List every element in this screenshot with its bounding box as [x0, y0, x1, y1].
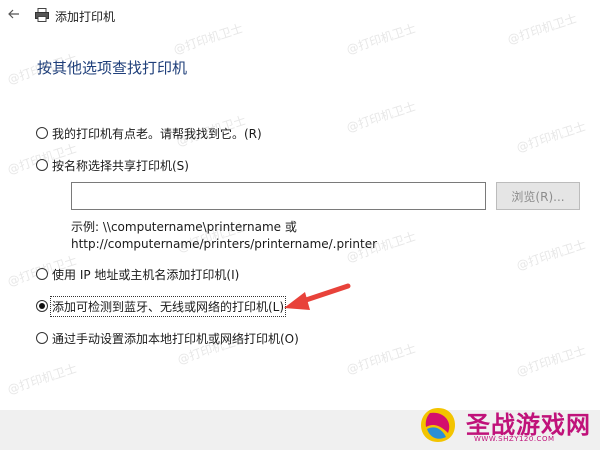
option-manual-local-network[interactable]: 通过手动设置添加本地打印机或网络打印机(O) [36, 328, 299, 348]
watermark: @打印机卫士 [344, 341, 418, 377]
radio-button[interactable] [36, 127, 48, 139]
watermark: @打印机卫士 [5, 361, 79, 397]
option-shared-printer[interactable]: 按名称选择共享打印机(S) [36, 155, 189, 175]
shared-printer-name-input[interactable] [71, 182, 486, 210]
example-text: 示例: \\computername\printername 或 http://… [71, 219, 377, 253]
printer-icon [35, 8, 49, 22]
site-logo: 圣战游戏网 WWW.SHZY120.COM [418, 403, 598, 449]
example-line-1: 示例: \\computername\printername 或 [71, 220, 297, 234]
watermark: @打印机卫士 [514, 343, 588, 379]
option-bluetooth-wireless-network[interactable]: 添加可检测到蓝牙、无线或网络的打印机(L) [36, 295, 287, 317]
logo-url: WWW.SHZY120.COM [474, 435, 555, 443]
back-button[interactable] [4, 4, 24, 24]
radio-button[interactable] [36, 268, 48, 280]
option-ip-address[interactable]: 使用 IP 地址或主机名添加打印机(I) [36, 264, 239, 284]
logo-mark-icon [421, 408, 455, 442]
option-label: 添加可检测到蓝牙、无线或网络的打印机(L) [49, 295, 287, 317]
browse-button[interactable]: 浏览(R)... [496, 182, 580, 210]
watermark: @打印机卫士 [514, 119, 588, 155]
option-label: 我的打印机有点老。请帮我找到它。(R) [52, 126, 262, 141]
radio-button[interactable] [36, 159, 48, 171]
option-label: 按名称选择共享打印机(S) [52, 158, 189, 173]
title-bar: 添加打印机 [0, 0, 600, 32]
radio-button[interactable] [36, 332, 48, 344]
option-label: 通过手动设置添加本地打印机或网络打印机(O) [52, 331, 299, 346]
watermark: @打印机卫士 [344, 99, 418, 135]
watermark: @打印机卫士 [514, 237, 588, 273]
window-title: 添加打印机 [55, 10, 116, 24]
back-arrow-icon [8, 9, 19, 19]
page-heading: 按其他选项查找打印机 [37, 59, 188, 77]
example-line-2: http://computername/printers/printername… [71, 237, 378, 251]
option-old-printer[interactable]: 我的打印机有点老。请帮我找到它。(R) [36, 123, 262, 143]
radio-button-selected[interactable] [36, 300, 48, 312]
option-label: 使用 IP 地址或主机名添加打印机(I) [52, 267, 240, 282]
